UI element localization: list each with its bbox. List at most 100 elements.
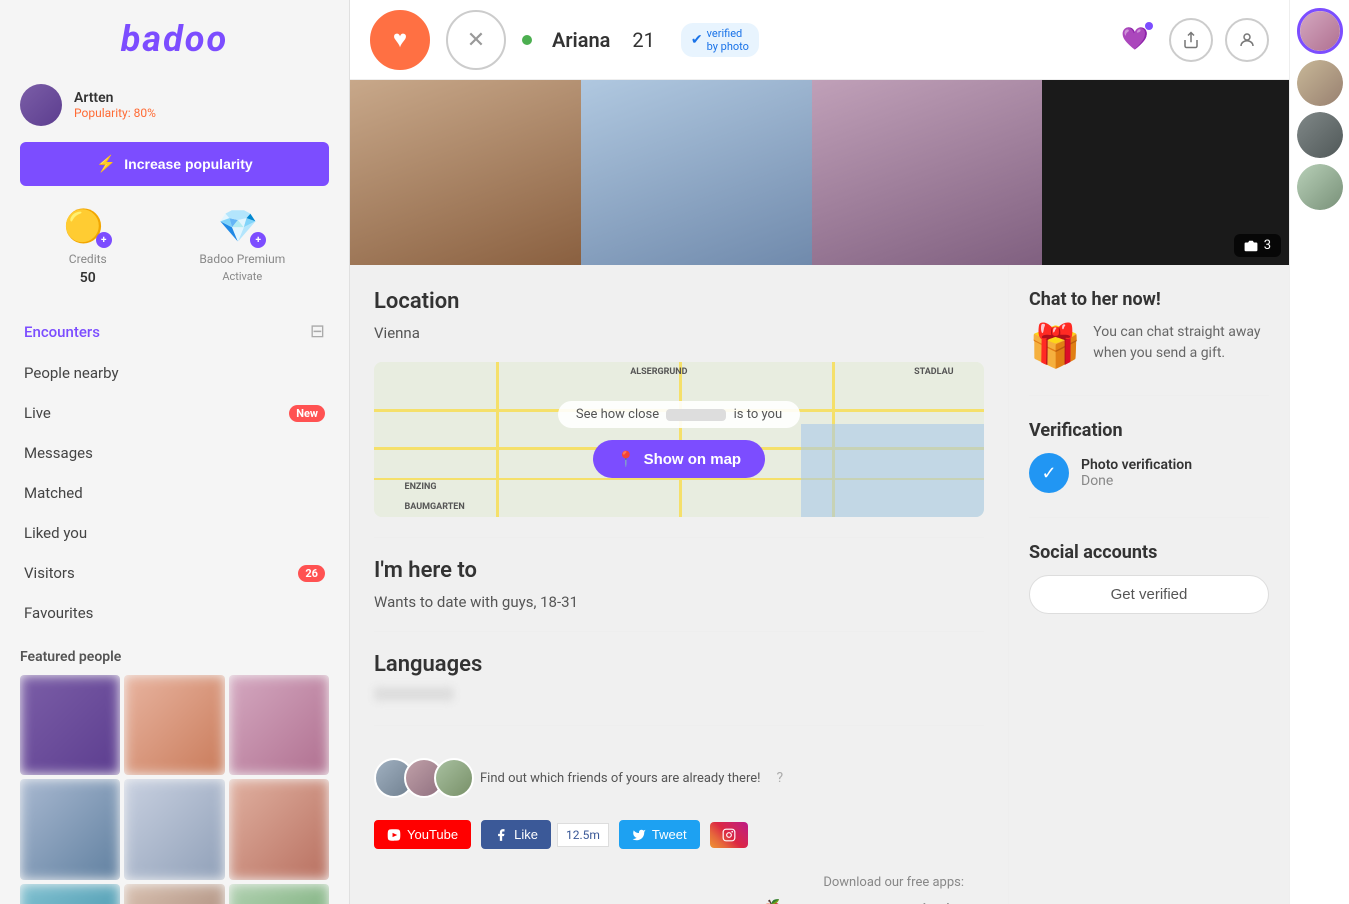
filter-icon[interactable]: ⊟ bbox=[310, 321, 325, 342]
verified-badge: ✔ verifiedby photo bbox=[681, 23, 759, 57]
social-accounts-section: Social accounts Get verified bbox=[1029, 542, 1269, 614]
facebook-like-label: Like bbox=[514, 827, 538, 842]
get-verified-button[interactable]: Get verified bbox=[1029, 575, 1269, 614]
list-item[interactable] bbox=[20, 779, 120, 879]
download-label: Download our free apps: bbox=[394, 875, 964, 890]
here-to-title: I'm here to bbox=[374, 558, 984, 583]
premium-heart-icon: 💜 bbox=[1121, 27, 1148, 52]
photo-count-badge: 3 bbox=[1234, 234, 1281, 257]
app-store-button[interactable]: 🍎 App Store bbox=[759, 898, 852, 904]
sidebar-item-encounters[interactable]: Encounters ⊟ bbox=[0, 310, 349, 353]
chat-title: Chat to her now! bbox=[1029, 289, 1269, 310]
main-content: ♥ ✕ Ariana 21 ✔ verifiedby photo 💜 bbox=[350, 0, 1289, 904]
verification-title: Verification bbox=[1029, 420, 1269, 441]
facebook-count: 12.5m bbox=[557, 823, 609, 847]
facebook-button[interactable]: Like bbox=[481, 820, 551, 849]
profile-photo-3[interactable] bbox=[812, 80, 1043, 265]
sidebar-user: Artten Popularity: 80% bbox=[0, 70, 349, 134]
chat-divider bbox=[1029, 395, 1269, 396]
online-indicator bbox=[522, 35, 532, 45]
list-item[interactable] bbox=[229, 884, 329, 904]
map-pin-icon: 📍 bbox=[617, 450, 636, 468]
list-item[interactable] bbox=[229, 675, 329, 775]
increase-popularity-button[interactable]: ⚡ Increase popularity bbox=[20, 142, 329, 186]
featured-grid bbox=[20, 675, 329, 904]
languages-title: Languages bbox=[374, 652, 984, 677]
apple-icon: 🍎 bbox=[759, 898, 784, 904]
list-item[interactable] bbox=[124, 675, 224, 775]
top-bar: ♥ ✕ Ariana 21 ✔ verifiedby photo 💜 bbox=[350, 0, 1289, 80]
sidebar-item-favourites[interactable]: Favourites bbox=[0, 593, 349, 633]
verification-check-icon: ✓ bbox=[1029, 453, 1069, 493]
verification-divider bbox=[1029, 517, 1269, 518]
location-title: Location bbox=[374, 289, 984, 314]
friends-section: Find out which friends of yours are alre… bbox=[374, 746, 984, 810]
favourites-label: Favourites bbox=[24, 604, 93, 622]
share-button[interactable] bbox=[1169, 18, 1213, 62]
sidebar-item-visitors[interactable]: Visitors 26 bbox=[0, 553, 349, 593]
tweet-label: Tweet bbox=[652, 827, 687, 842]
verification-item-label: Photo verification bbox=[1081, 457, 1192, 473]
profile-main: Location Vienna ALSERGRUND STADLAU bbox=[350, 265, 1009, 904]
location-city: Vienna bbox=[374, 324, 984, 342]
app-logo: badoo bbox=[0, 0, 349, 70]
premium-item[interactable]: 💎 + Badoo Premium Activate bbox=[199, 204, 285, 286]
verification-section: Verification ✓ Photo verification Done bbox=[1029, 420, 1269, 493]
featured-people-section: Featured people bbox=[0, 639, 349, 904]
map-blur-text: See how close is to you bbox=[558, 401, 800, 428]
tweet-button[interactable]: Tweet bbox=[619, 820, 700, 849]
sidebar-item-matched[interactable]: Matched bbox=[0, 473, 349, 513]
sidebar-item-live[interactable]: Live New bbox=[0, 393, 349, 433]
premium-label: Badoo Premium bbox=[199, 252, 285, 266]
social-share: YouTube Like 12.5m Tweet bbox=[374, 810, 984, 859]
people-nearby-label: People nearby bbox=[24, 364, 119, 382]
languages-blurred-value bbox=[374, 687, 454, 701]
like-button[interactable]: ♥ bbox=[370, 10, 430, 70]
section-divider-3 bbox=[374, 725, 984, 726]
sidebar-item-people-nearby[interactable]: People nearby bbox=[0, 353, 349, 393]
verification-item-status: Done bbox=[1081, 473, 1192, 489]
featured-people-title: Featured people bbox=[20, 649, 329, 665]
right-avatar-1[interactable] bbox=[1297, 8, 1343, 54]
friends-text: Find out which friends of yours are alre… bbox=[480, 771, 760, 786]
sidebar-item-liked-you[interactable]: Liked you bbox=[0, 513, 349, 553]
profile-photo-2[interactable] bbox=[581, 80, 812, 265]
encounters-label: Encounters bbox=[24, 323, 100, 341]
show-on-map-button[interactable]: 📍 Show on map bbox=[593, 440, 765, 478]
show-on-map-label: Show on map bbox=[644, 451, 742, 468]
premium-heart-button[interactable]: 💜 bbox=[1113, 18, 1157, 62]
premium-activate-label: Activate bbox=[222, 270, 262, 283]
right-avatar-2[interactable] bbox=[1297, 60, 1343, 106]
google-play-button[interactable]: ▶ Google Play bbox=[868, 898, 964, 904]
chat-section: Chat to her now! 🎁 You can chat straight… bbox=[1029, 289, 1269, 371]
profile-photo-1[interactable] bbox=[350, 80, 581, 265]
credits-value: 50 bbox=[80, 270, 96, 286]
gift-icon: 🎁 bbox=[1029, 322, 1081, 371]
map-container: ALSERGRUND STADLAU ENZING BAUMGARTEN See… bbox=[374, 362, 984, 517]
profile-button[interactable] bbox=[1225, 18, 1269, 62]
live-new-badge: New bbox=[289, 405, 325, 422]
right-avatar-3[interactable] bbox=[1297, 112, 1343, 158]
instagram-button[interactable] bbox=[710, 822, 748, 848]
list-item[interactable] bbox=[20, 675, 120, 775]
friend-avatar-3 bbox=[434, 758, 474, 798]
youtube-label: YouTube bbox=[407, 827, 458, 842]
friends-question-icon[interactable]: ? bbox=[776, 770, 783, 786]
username-label: Artten bbox=[74, 90, 156, 106]
credits-item[interactable]: 🟡 + Credits 50 bbox=[64, 204, 112, 286]
dislike-button[interactable]: ✕ bbox=[446, 10, 506, 70]
lightning-icon: ⚡ bbox=[96, 154, 116, 174]
photo-count-label: 3 bbox=[1264, 238, 1271, 253]
avatar[interactable] bbox=[20, 84, 62, 126]
right-strip bbox=[1289, 0, 1349, 904]
matched-label: Matched bbox=[24, 484, 83, 502]
right-avatar-4[interactable] bbox=[1297, 164, 1343, 210]
chat-description: You can chat straight away when you send… bbox=[1093, 322, 1269, 364]
list-item[interactable] bbox=[124, 884, 224, 904]
list-item[interactable] bbox=[124, 779, 224, 879]
photos-strip: 3 bbox=[350, 80, 1289, 265]
list-item[interactable] bbox=[229, 779, 329, 879]
list-item[interactable] bbox=[20, 884, 120, 904]
sidebar-item-messages[interactable]: Messages bbox=[0, 433, 349, 473]
youtube-button[interactable]: YouTube bbox=[374, 820, 471, 849]
